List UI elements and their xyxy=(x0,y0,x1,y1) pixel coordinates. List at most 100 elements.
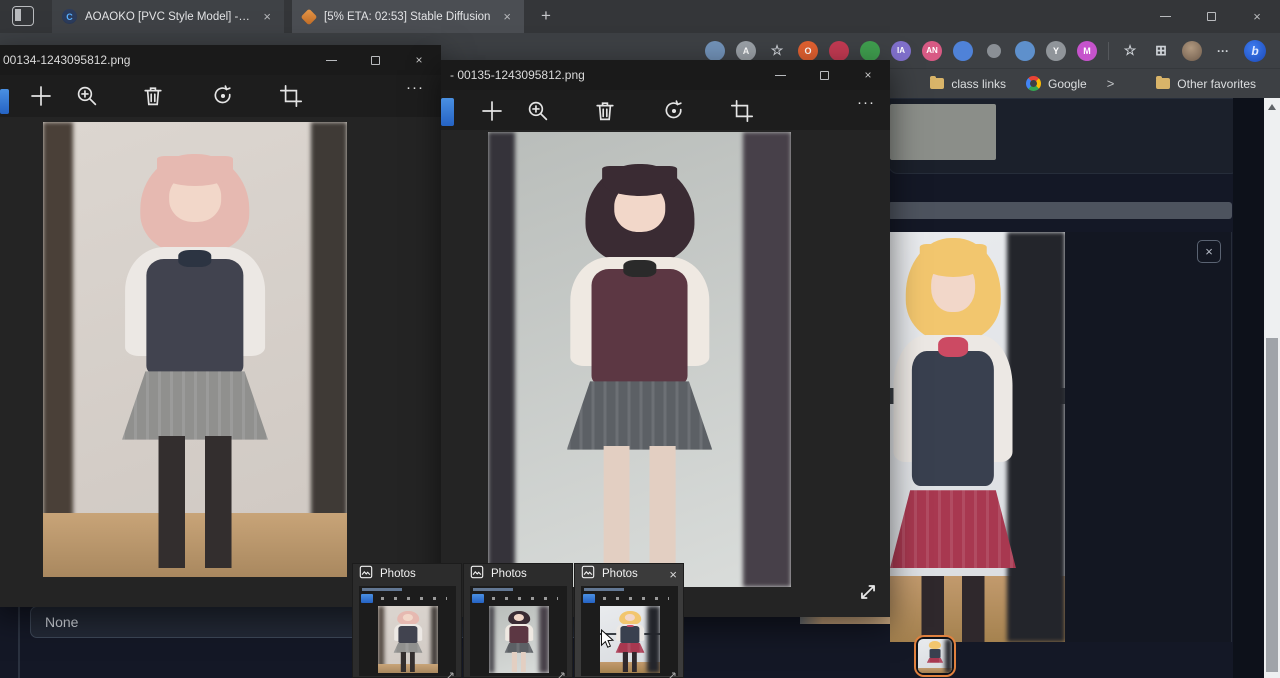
extension-icon[interactable] xyxy=(860,41,880,61)
favorites-star-icon[interactable]: ☆ xyxy=(767,41,787,61)
close-button[interactable]: × xyxy=(397,45,441,75)
minimize-button[interactable] xyxy=(309,45,353,75)
photos-toolbar: ··· xyxy=(441,90,890,132)
favorite-google[interactable]: Google xyxy=(1020,73,1093,94)
taskbar-preview-photos-3[interactable]: Photos × xyxy=(574,563,684,678)
profile-avatar[interactable] xyxy=(1182,41,1202,61)
extension-icon[interactable]: O xyxy=(798,41,818,61)
preview-app-name: Photos xyxy=(602,568,662,580)
girl-ribbon xyxy=(623,260,656,276)
collections-icon[interactable]: ⊞ xyxy=(1151,41,1171,61)
folder-icon xyxy=(930,78,944,89)
anime-thumb-blonde xyxy=(918,639,952,673)
tab-close-icon[interactable]: × xyxy=(260,9,274,24)
favorite-label: Other favorites xyxy=(1177,77,1256,91)
extension-icon[interactable] xyxy=(953,41,973,61)
close-button[interactable]: × xyxy=(846,60,890,90)
maximize-button[interactable] xyxy=(353,45,397,75)
folder-icon xyxy=(1156,78,1170,89)
favorite-other-favorites[interactable]: Other favorites xyxy=(1150,74,1262,94)
mini-toolbar-icons xyxy=(492,597,558,600)
maximize-button[interactable] xyxy=(802,60,846,90)
bing-chat-icon[interactable]: b xyxy=(1244,40,1266,62)
delete-button[interactable] xyxy=(141,84,165,108)
favorite-class-links[interactable]: class links xyxy=(924,74,1012,94)
girl-vest xyxy=(591,269,688,385)
extension-icon[interactable] xyxy=(987,44,1001,58)
minimize-button[interactable] xyxy=(758,60,802,90)
mini-resize-icon xyxy=(668,667,676,675)
favorite-label: class links xyxy=(951,77,1006,91)
see-more-button[interactable]: ··· xyxy=(406,79,424,96)
photos-app-icon xyxy=(359,565,373,584)
rotate-button[interactable] xyxy=(211,84,235,108)
photos-window-00134: 00134-1243095812.png × ··· xyxy=(0,45,441,607)
crop-button[interactable] xyxy=(279,84,303,108)
preview-close-icon[interactable]: × xyxy=(669,567,677,582)
rotate-button[interactable] xyxy=(662,99,686,123)
extension-icon[interactable]: AN xyxy=(922,41,942,61)
sd-close-image-button[interactable]: × xyxy=(1197,240,1221,263)
girl-vest xyxy=(509,626,528,643)
civitai-icon: C xyxy=(62,9,77,24)
anime-thumb-pink-hair xyxy=(378,606,438,673)
photos-title-bar[interactable]: 00134-1243095812.png × xyxy=(0,45,441,75)
settings-more-icon[interactable]: ··· xyxy=(1213,41,1233,61)
selected-accent xyxy=(0,89,9,114)
add-to-button[interactable] xyxy=(480,99,504,123)
photo-suit-figure xyxy=(647,606,660,673)
girl-legs xyxy=(401,652,415,671)
extension-icon[interactable]: Y xyxy=(1046,41,1066,61)
scrollbar-up-arrow[interactable] xyxy=(1268,104,1276,110)
photo-00135[interactable] xyxy=(488,132,791,587)
girl-legs xyxy=(603,446,676,578)
browser-tab-stable-diffusion[interactable]: [5% ETA: 02:53] Stable Diffusion × xyxy=(292,0,524,33)
extension-icon[interactable] xyxy=(1015,41,1035,61)
girl-vest xyxy=(398,626,417,643)
photos-title-bar[interactable]: - 00135-1243095812.png × xyxy=(441,60,890,90)
crop-button[interactable] xyxy=(730,99,754,123)
girl-face xyxy=(625,614,635,621)
preview-app-name: Photos xyxy=(491,568,566,580)
extension-icon[interactable]: A xyxy=(736,41,756,61)
girl-bangs xyxy=(602,166,678,196)
favorites-overflow-chevron[interactable]: > xyxy=(1107,76,1115,91)
collections-star-icon[interactable]: ☆ xyxy=(1120,41,1140,61)
tab-close-icon[interactable]: × xyxy=(500,9,514,24)
scrollbar-thumb[interactable] xyxy=(1266,338,1278,672)
photo-suit-figure xyxy=(1007,232,1065,642)
minimize-button[interactable] xyxy=(1142,0,1188,33)
mini-photos-window xyxy=(581,586,678,676)
sd-gallery-selected-thumbnail[interactable] xyxy=(914,635,956,677)
girl-skirt xyxy=(122,371,268,439)
zoom-button[interactable] xyxy=(526,99,550,123)
extension-icon[interactable]: IA xyxy=(891,41,911,61)
extension-icon[interactable] xyxy=(705,41,725,61)
photo-blurred-figure xyxy=(489,606,494,673)
sd-result-image[interactable] xyxy=(890,232,1065,642)
zoom-button[interactable] xyxy=(75,84,99,108)
delete-button[interactable] xyxy=(593,99,617,123)
tab-search-icon[interactable] xyxy=(12,6,34,26)
add-to-button[interactable] xyxy=(29,84,53,108)
restore-button[interactable] xyxy=(1188,0,1234,33)
tab-label: [5% ETA: 02:53] Stable Diffusion xyxy=(324,11,492,23)
taskbar-preview-photos-1[interactable]: Photos xyxy=(352,563,462,678)
extension-icon[interactable] xyxy=(829,41,849,61)
taskbar-preview-photos-2[interactable]: Photos xyxy=(463,563,573,678)
extension-icon[interactable]: M xyxy=(1077,41,1097,61)
photos-canvas xyxy=(441,130,890,617)
new-tab-button[interactable]: + xyxy=(534,4,558,28)
photo-00134[interactable] xyxy=(43,122,347,577)
fullscreen-expand-icon[interactable] xyxy=(857,581,879,603)
girl-vest xyxy=(620,626,639,643)
close-button[interactable]: × xyxy=(1234,0,1280,33)
photo-side-panel xyxy=(311,122,347,577)
see-more-button[interactable]: ··· xyxy=(857,94,875,111)
mini-title-bar xyxy=(362,588,402,591)
mini-photos-window xyxy=(359,586,456,676)
sd-result-side-panel xyxy=(1065,232,1232,642)
photo-blurred-figure xyxy=(743,132,791,587)
girl-legs xyxy=(623,652,637,671)
browser-tab-civitai[interactable]: C AOAOKO [PVC Style Model] - PV × xyxy=(52,0,284,33)
